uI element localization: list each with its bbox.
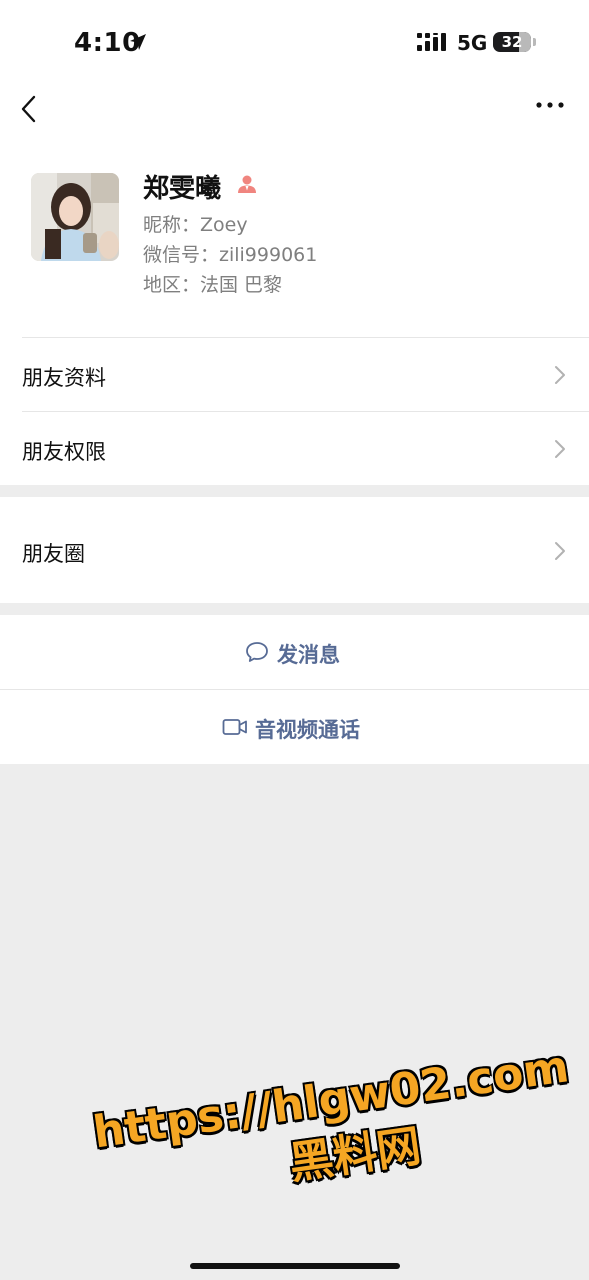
chevron-left-icon[interactable]	[16, 92, 42, 126]
chat-bubble-icon	[246, 642, 268, 662]
network-type: 5G	[457, 31, 488, 55]
friend-info-row[interactable]: 朋友资料	[0, 337, 589, 411]
friend-permissions-label: 朋友权限	[22, 440, 106, 464]
person-icon	[238, 175, 256, 193]
chevron-right-icon	[555, 440, 565, 458]
chevron-right-icon	[555, 542, 565, 560]
battery-icon: 32	[493, 32, 531, 52]
friend-info-label: 朋友资料	[22, 366, 106, 390]
avatar-photo	[31, 173, 119, 261]
video-camera-icon	[222, 719, 247, 735]
moments-row[interactable]: 朋友圈	[0, 497, 589, 603]
wechat-id-text: 微信号：zili999061	[143, 244, 318, 266]
region-text: 地区：法国 巴黎	[143, 274, 283, 296]
profile-header: 郑雯曦 昵称：Zoey 微信号：zili999061 地区：法国 巴黎	[0, 148, 589, 337]
avatar[interactable]	[31, 173, 119, 261]
contact-profile-screen: 4:10 5G 32 郑雯曦 昵称：Zoey 微信号：zili999061 地区…	[0, 0, 589, 1280]
friend-permissions-row[interactable]: 朋友权限	[0, 412, 589, 485]
watermark: https://hlgw02.com 黑料网	[90, 1038, 589, 1218]
video-call-button[interactable]: 音视频通话	[0, 690, 589, 764]
battery-percent: 32	[501, 33, 523, 51]
contact-name: 郑雯曦	[143, 174, 222, 204]
ellipsis-icon[interactable]	[534, 100, 566, 110]
signal-icon	[417, 33, 446, 51]
home-indicator	[190, 1263, 400, 1269]
moments-label: 朋友圈	[22, 542, 85, 566]
send-message-label: 发消息	[277, 643, 340, 667]
location-arrow-icon	[130, 34, 146, 50]
status-bar: 4:10 5G 32	[0, 0, 589, 88]
nav-bar	[0, 88, 589, 148]
battery-tip	[533, 38, 536, 46]
chevron-right-icon	[555, 366, 565, 384]
video-call-label: 音视频通话	[255, 718, 360, 742]
nickname-text: 昵称：Zoey	[143, 214, 248, 236]
send-message-button[interactable]: 发消息	[0, 615, 589, 689]
settings-group: 朋友资料 朋友权限	[0, 337, 589, 485]
